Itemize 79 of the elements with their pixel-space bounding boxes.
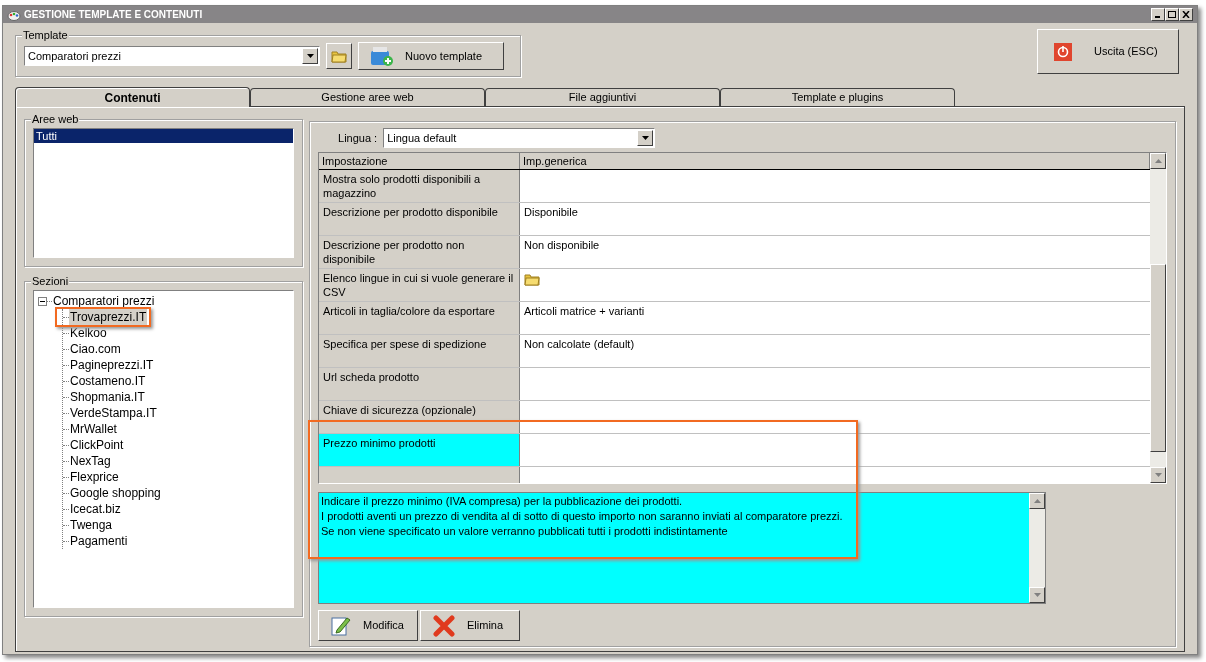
delete-button[interactable]: Elimina bbox=[420, 610, 520, 641]
folder-icon bbox=[331, 48, 347, 64]
tree-item[interactable]: Shopmania.IT bbox=[69, 389, 146, 405]
edit-button[interactable]: Modifica bbox=[318, 610, 418, 641]
list-item[interactable]: Tutti bbox=[34, 129, 293, 143]
pencil-note-icon bbox=[331, 614, 351, 637]
group-label: Template bbox=[22, 28, 69, 42]
up-arrow-icon bbox=[1154, 159, 1162, 163]
vertical-scrollbar[interactable] bbox=[1150, 153, 1166, 483]
maximize-button[interactable] bbox=[1165, 8, 1179, 21]
language-dropdown[interactable]: Lingua default bbox=[383, 128, 656, 148]
vertical-scrollbar[interactable] bbox=[1029, 493, 1045, 603]
tab[interactable]: Template e plugins bbox=[720, 88, 955, 106]
description-text: Indicare il prezzo minimo (IVA compresa) per la pubblicazione dei prodotti. I prodotti aventi un prezzo di vendita al di sotto di questo importo non saranno inviati al comparatore prezzi. Se non viene specificato un valore verranno pubblicati tutti i prodotti indistintamente bbox=[320, 494, 844, 539]
app-icon bbox=[7, 8, 21, 21]
down-arrow-icon bbox=[1154, 473, 1162, 477]
tree-item[interactable]: NexTag bbox=[69, 453, 112, 469]
setting-cell[interactable]: Prezzo minimo prodotti bbox=[319, 434, 520, 466]
tree-item[interactable]: VerdeStampa.IT bbox=[69, 405, 158, 421]
box-plus-icon bbox=[369, 45, 395, 67]
maximize-icon bbox=[1168, 11, 1176, 18]
value-cell[interactable]: Disponibile bbox=[524, 206, 578, 218]
minimize-button[interactable] bbox=[1151, 8, 1165, 21]
tab[interactable]: File aggiuntivi bbox=[485, 88, 720, 106]
tree-item[interactable]: Kelkoo bbox=[69, 325, 108, 341]
caret-icon bbox=[306, 54, 314, 58]
tree-item[interactable]: Google shopping bbox=[69, 485, 162, 501]
tree-item[interactable]: Trovaprezzi.IT bbox=[69, 309, 148, 325]
collapse-toggle[interactable] bbox=[38, 296, 47, 306]
scroll-down-button[interactable] bbox=[1029, 587, 1045, 603]
close-button[interactable] bbox=[1179, 8, 1193, 21]
template-dropdown[interactable]: Comparatori prezzi bbox=[24, 46, 320, 66]
value-cell[interactable]: Articoli matrice + varianti bbox=[524, 305, 645, 317]
tree-item[interactable]: Pagineprezzi.IT bbox=[69, 357, 155, 373]
caret-icon bbox=[641, 136, 649, 140]
setting-cell[interactable]: Elenco lingue in cui si vuole generare il CSV bbox=[319, 269, 520, 301]
column-header[interactable]: Impostazione bbox=[319, 153, 520, 169]
group-label: Aree web bbox=[31, 112, 80, 126]
close-icon bbox=[1182, 11, 1190, 18]
value-cell[interactable]: Non calcolate (default) bbox=[524, 338, 635, 350]
setting-cell[interactable]: Chiave di sicurezza (opzionale) bbox=[319, 401, 520, 433]
tree-item[interactable]: Twenga bbox=[69, 517, 114, 533]
tab[interactable]: Gestione aree web bbox=[250, 88, 485, 106]
window-title: GESTIONE TEMPLATE E CONTENUTI bbox=[24, 8, 203, 22]
tab[interactable]: Contenuti bbox=[15, 87, 250, 107]
scroll-down-button[interactable] bbox=[1150, 467, 1166, 483]
setting-cell[interactable]: Mostra solo prodotti disponibili a magazzino bbox=[319, 170, 520, 202]
dropdown-button[interactable] bbox=[637, 130, 654, 146]
cross-icon bbox=[433, 614, 455, 637]
language-label: Lingua : bbox=[338, 130, 378, 146]
scroll-up-button[interactable] bbox=[1150, 153, 1166, 169]
minus-icon bbox=[40, 298, 45, 304]
setting-cell[interactable]: Specifica per spese di spedizione bbox=[319, 335, 520, 367]
tree-item[interactable]: Flexprice bbox=[69, 469, 120, 485]
scroll-up-button[interactable] bbox=[1029, 493, 1045, 509]
open-folder-button[interactable] bbox=[326, 43, 352, 69]
tree-item[interactable]: Costameno.IT bbox=[69, 373, 147, 389]
dropdown-button[interactable] bbox=[302, 48, 318, 64]
setting-cell[interactable]: Articoli in taglia/colore da esportare bbox=[319, 302, 520, 334]
tree-item[interactable]: Pagamenti bbox=[69, 533, 129, 549]
tree-item[interactable]: Ciao.com bbox=[69, 341, 122, 357]
value-cell[interactable]: Non disponibile bbox=[524, 239, 600, 251]
scroll-thumb[interactable] bbox=[1150, 264, 1166, 452]
tree-item[interactable]: Comparatori prezzi bbox=[52, 292, 156, 310]
up-arrow-icon bbox=[1033, 499, 1041, 503]
setting-cell[interactable]: Descrizione per prodotto non disponibile bbox=[319, 236, 520, 268]
folder-icon bbox=[524, 271, 540, 287]
empty-cell[interactable] bbox=[319, 467, 520, 483]
tree-item[interactable]: Icecat.biz bbox=[69, 501, 122, 517]
column-header[interactable]: Imp.generica bbox=[520, 153, 1150, 169]
tree-item[interactable]: ClickPoint bbox=[69, 437, 125, 453]
group-label: Sezioni bbox=[31, 274, 70, 288]
new-template-button[interactable]: Nuovo template bbox=[358, 42, 504, 70]
power-icon bbox=[1054, 42, 1072, 61]
setting-cell[interactable]: Descrizione per prodotto disponibile bbox=[319, 203, 520, 235]
tree-item[interactable]: MrWallet bbox=[69, 421, 118, 437]
setting-cell[interactable]: Url scheda prodotto bbox=[319, 368, 520, 400]
exit-button[interactable]: Uscita (ESC) bbox=[1037, 29, 1179, 74]
down-arrow-icon bbox=[1033, 593, 1041, 597]
